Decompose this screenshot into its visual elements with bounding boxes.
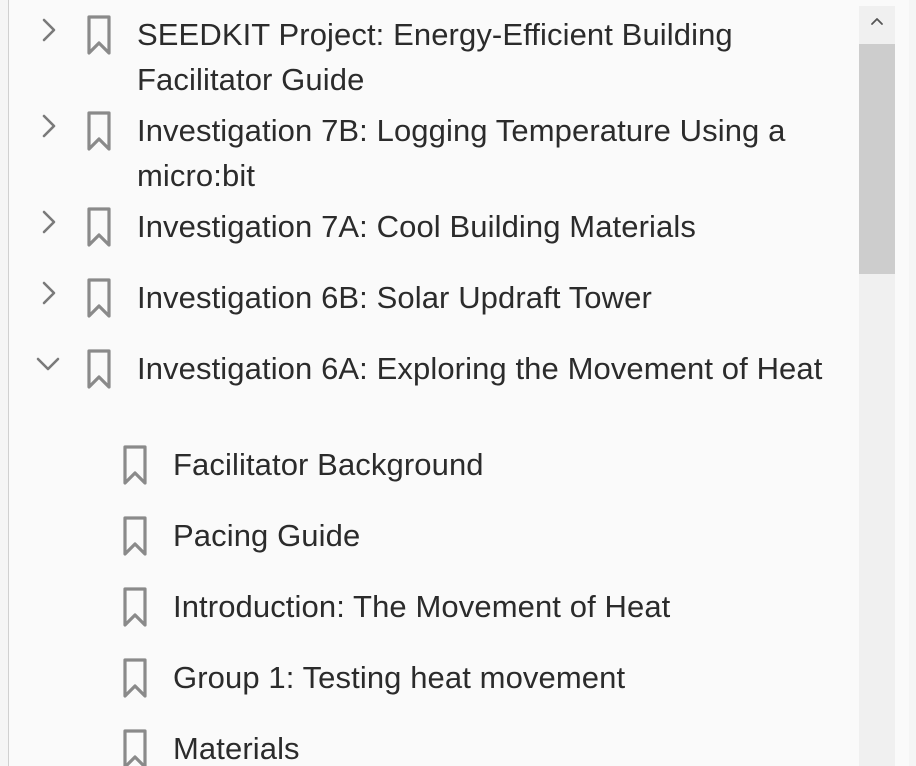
chevron-right-icon[interactable] bbox=[34, 278, 64, 308]
bookmark-icon bbox=[120, 514, 150, 558]
chevron-right-icon[interactable] bbox=[34, 15, 64, 45]
bookmark-item[interactable]: Investigation 7A: Cool Building Material… bbox=[9, 204, 857, 250]
bookmark-item[interactable]: Investigation 6B: Solar Updraft Tower bbox=[9, 275, 857, 321]
bookmark-label: Facilitator Background bbox=[173, 447, 484, 482]
vertical-scrollbar[interactable] bbox=[859, 6, 895, 766]
bookmark-label: Investigation 6B: Solar Updraft Tower bbox=[137, 280, 652, 315]
bookmark-label: Materials bbox=[173, 731, 300, 766]
scroll-thumb[interactable] bbox=[859, 44, 895, 274]
chevron-right-icon[interactable] bbox=[34, 111, 64, 141]
bookmark-icon bbox=[84, 109, 114, 153]
bookmark-label: Investigation 6A: Exploring the Movement… bbox=[137, 351, 823, 386]
bookmark-icon bbox=[84, 205, 114, 249]
bookmark-label: SEEDKIT Project: Energy-Efficient Buildi… bbox=[137, 17, 733, 97]
bookmark-child-item[interactable]: Facilitator Background bbox=[9, 442, 857, 488]
bookmark-child-item[interactable]: Introduction: The Movement of Heat bbox=[9, 584, 857, 630]
bookmark-child-item[interactable]: Pacing Guide bbox=[9, 513, 857, 559]
bookmark-item-expanded[interactable]: Investigation 6A: Exploring the Movement… bbox=[9, 346, 857, 438]
bookmark-icon bbox=[120, 727, 150, 766]
bookmark-item[interactable]: Investigation 7B: Logging Temperature Us… bbox=[9, 108, 857, 200]
bookmark-icon bbox=[84, 276, 114, 320]
bookmark-icon bbox=[84, 13, 114, 57]
bookmark-label: Introduction: The Movement of Heat bbox=[173, 589, 671, 624]
bookmark-label: Investigation 7B: Logging Temperature Us… bbox=[137, 113, 786, 193]
bookmarks-panel: SEEDKIT Project: Energy-Efficient Buildi… bbox=[8, 0, 909, 766]
bookmark-icon bbox=[84, 347, 114, 391]
bookmark-child-item[interactable]: Group 1: Testing heat movement bbox=[9, 655, 857, 701]
bookmark-label: Pacing Guide bbox=[173, 518, 361, 553]
bookmark-child-item[interactable]: Materials bbox=[9, 726, 857, 766]
scroll-up-arrow-icon bbox=[871, 18, 883, 25]
chevron-down-icon[interactable] bbox=[34, 349, 64, 379]
chevron-right-icon[interactable] bbox=[34, 207, 64, 237]
bookmark-icon bbox=[120, 443, 150, 487]
bookmark-item[interactable]: SEEDKIT Project: Energy-Efficient Buildi… bbox=[9, 12, 857, 104]
bookmark-label: Group 1: Testing heat movement bbox=[173, 660, 626, 695]
bookmark-tree: SEEDKIT Project: Energy-Efficient Buildi… bbox=[9, 0, 857, 766]
bookmark-icon bbox=[120, 656, 150, 700]
bookmark-label: Investigation 7A: Cool Building Material… bbox=[137, 209, 696, 244]
scroll-up-button[interactable] bbox=[859, 6, 895, 42]
bookmark-icon bbox=[120, 585, 150, 629]
